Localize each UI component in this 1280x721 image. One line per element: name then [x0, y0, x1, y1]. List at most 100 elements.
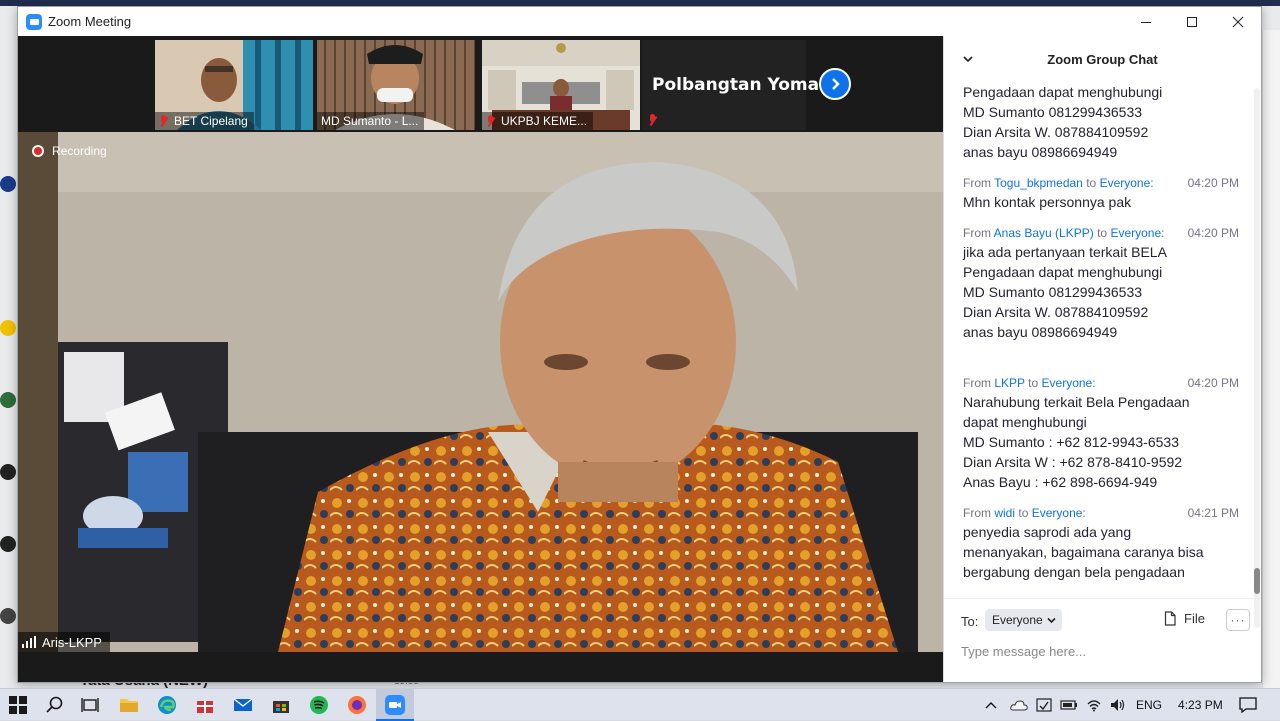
message-recipient: Everyone: — [1110, 226, 1165, 240]
volume-icon[interactable] — [1110, 698, 1126, 712]
onedrive-cloud-icon[interactable] — [1010, 699, 1028, 711]
file-button[interactable]: File — [1164, 611, 1205, 626]
system-tray: ENG 4:23 PM — [984, 689, 1223, 721]
message-line: Narahubung terkait Bela Pengadaan — [963, 394, 1190, 410]
gift-icon — [197, 701, 213, 713]
minimize-button[interactable] — [1123, 7, 1169, 36]
message-sender[interactable]: LKPP — [994, 376, 1024, 390]
speaker-video-frame — [18, 132, 943, 652]
message-recipient: Everyone: — [1041, 376, 1096, 390]
message-line: Dian Arsita W. 087884109592 — [963, 124, 1149, 140]
from-label: From — [963, 506, 991, 520]
taskbar-clock[interactable]: 4:23 PM — [1178, 698, 1223, 712]
from-label: From — [963, 376, 991, 390]
spotify-button[interactable] — [307, 693, 331, 717]
search-button[interactable] — [43, 693, 67, 717]
chat-title: Zoom Group Chat — [1047, 51, 1158, 67]
message-meta: From Togu_bkpmedan to Everyone: 04:20 PM — [963, 174, 1239, 192]
message-time: 04:21 PM — [1187, 506, 1239, 520]
battery-icon[interactable] — [1060, 699, 1078, 711]
message-line: MD Sumanto 081299436533 — [963, 284, 1143, 300]
participant-name: Polbangtan Yoma — [652, 75, 820, 95]
message-line: jika ada pertanyaan terkait BELA — [963, 244, 1167, 260]
firefox-button[interactable] — [345, 693, 369, 717]
wifi-icon[interactable] — [1086, 698, 1102, 712]
chat-compose-area: To: Everyone File ··· — [944, 598, 1261, 682]
participant-thumbnail[interactable]: UKPBJ KEME... — [482, 40, 640, 130]
notifications-button[interactable] — [1236, 693, 1260, 717]
chat-message-list[interactable]: Pengadaan dapat menghubungi MD Sumanto 0… — [944, 82, 1250, 588]
zoom-meeting-window: Zoom Meeting BET Cipelang MD Sumanto - L… — [17, 6, 1262, 683]
task-view-button[interactable] — [78, 693, 102, 717]
message-recipient: Everyone: — [1099, 176, 1154, 190]
recording-icon — [32, 145, 44, 157]
edge-browser-button[interactable] — [155, 693, 179, 717]
folder-icon — [120, 699, 138, 712]
windows-logo-icon — [9, 696, 27, 714]
to-label: To: — [961, 614, 979, 629]
message-time: 04:20 PM — [1187, 176, 1239, 190]
background-window-edge — [1262, 30, 1280, 688]
minimize-icon — [1141, 21, 1151, 23]
message-input[interactable] — [961, 641, 1246, 661]
message-line: Pengadaan dapat menghubungi — [963, 264, 1163, 280]
chevron-down-icon — [1047, 617, 1056, 623]
task-view-icon — [81, 698, 99, 712]
participant-name: UKPBJ KEME... — [501, 114, 588, 128]
firefox-icon — [348, 696, 366, 714]
to-word: to — [1086, 176, 1097, 190]
chat-message: From widi to Everyone: 04:21 PM penyedia… — [963, 504, 1239, 582]
message-sender[interactable]: Togu_bkpmedan — [994, 176, 1083, 190]
file-explorer-button[interactable] — [117, 693, 141, 717]
message-line: Pengadaan dapat menghubungi — [963, 84, 1163, 100]
recipient-dropdown[interactable]: Everyone — [985, 609, 1062, 631]
message-sender[interactable]: Anas Bayu (LKPP) — [994, 226, 1094, 240]
windows-taskbar: ENG 4:23 PM — [0, 688, 1280, 721]
more-options-button[interactable]: ··· — [1226, 609, 1250, 631]
chat-panel: Zoom Group Chat Pengadaan dapat menghubu… — [943, 36, 1261, 682]
participant-name: MD Sumanto - L... — [321, 114, 419, 128]
window-controls — [1123, 7, 1261, 36]
recording-indicator[interactable]: Recording — [32, 144, 107, 158]
next-page-button[interactable] — [819, 68, 851, 100]
message-meta: From widi to Everyone: 04:21 PM — [963, 504, 1239, 522]
participant-thumbnail[interactable]: BET Cipelang — [155, 40, 313, 130]
window-title: Zoom Meeting — [48, 14, 132, 29]
security-icon[interactable] — [1036, 697, 1052, 713]
message-sender[interactable]: widi — [994, 506, 1015, 520]
message-line: bergabung dengan bela pengadaan — [963, 564, 1185, 580]
message-line: anas bayu 08986694949 — [963, 144, 1118, 160]
close-button[interactable] — [1215, 7, 1261, 36]
chat-message: From LKPP to Everyone: 04:20 PM Narahubu… — [963, 374, 1239, 492]
chat-message: From Anas Bayu (LKPP) to Everyone: 04:20… — [963, 224, 1239, 342]
message-line: dapat menghubungi — [963, 414, 1087, 430]
message-line: Anas Bayu : +62 898-6694-949 — [963, 474, 1158, 490]
start-button[interactable] — [6, 693, 30, 717]
mail-button[interactable] — [231, 693, 255, 717]
recipient-dropdown-value: Everyone — [992, 613, 1043, 627]
maximize-button[interactable] — [1169, 7, 1215, 36]
zoom-taskbar-button[interactable] — [383, 693, 407, 717]
chat-scrollbar[interactable] — [1254, 88, 1260, 628]
chevron-down-icon[interactable] — [962, 53, 974, 65]
participant-name-tile[interactable]: Polbangtan Yoma — [642, 40, 819, 130]
participant-name: BET Cipelang — [174, 114, 248, 128]
gift-app-button[interactable] — [193, 693, 217, 717]
muted-mic-icon — [648, 114, 658, 126]
muted-mic-icon — [159, 115, 169, 127]
chevron-up-icon[interactable] — [984, 700, 998, 710]
message-meta: From Anas Bayu (LKPP) to Everyone: 04:20… — [963, 224, 1239, 242]
input-language[interactable]: ENG — [1136, 698, 1162, 712]
close-icon — [1232, 16, 1244, 27]
message-time: 04:20 PM — [1187, 376, 1239, 390]
active-speaker-video: Recording Aris-LKPP — [18, 132, 943, 652]
participant-name-label: BET Cipelang — [155, 112, 254, 130]
title-bar[interactable]: Zoom Meeting — [18, 7, 1261, 36]
store-button[interactable] — [269, 693, 293, 717]
chat-message: Pengadaan dapat menghubungi MD Sumanto 0… — [963, 82, 1239, 162]
background-app-icon — [0, 608, 16, 624]
mail-icon — [233, 698, 253, 711]
participant-thumbnail[interactable]: MD Sumanto - L... — [317, 40, 475, 130]
participant-name-label: MD Sumanto - L... — [317, 112, 425, 130]
chat-scrollbar-thumb[interactable] — [1254, 568, 1260, 594]
